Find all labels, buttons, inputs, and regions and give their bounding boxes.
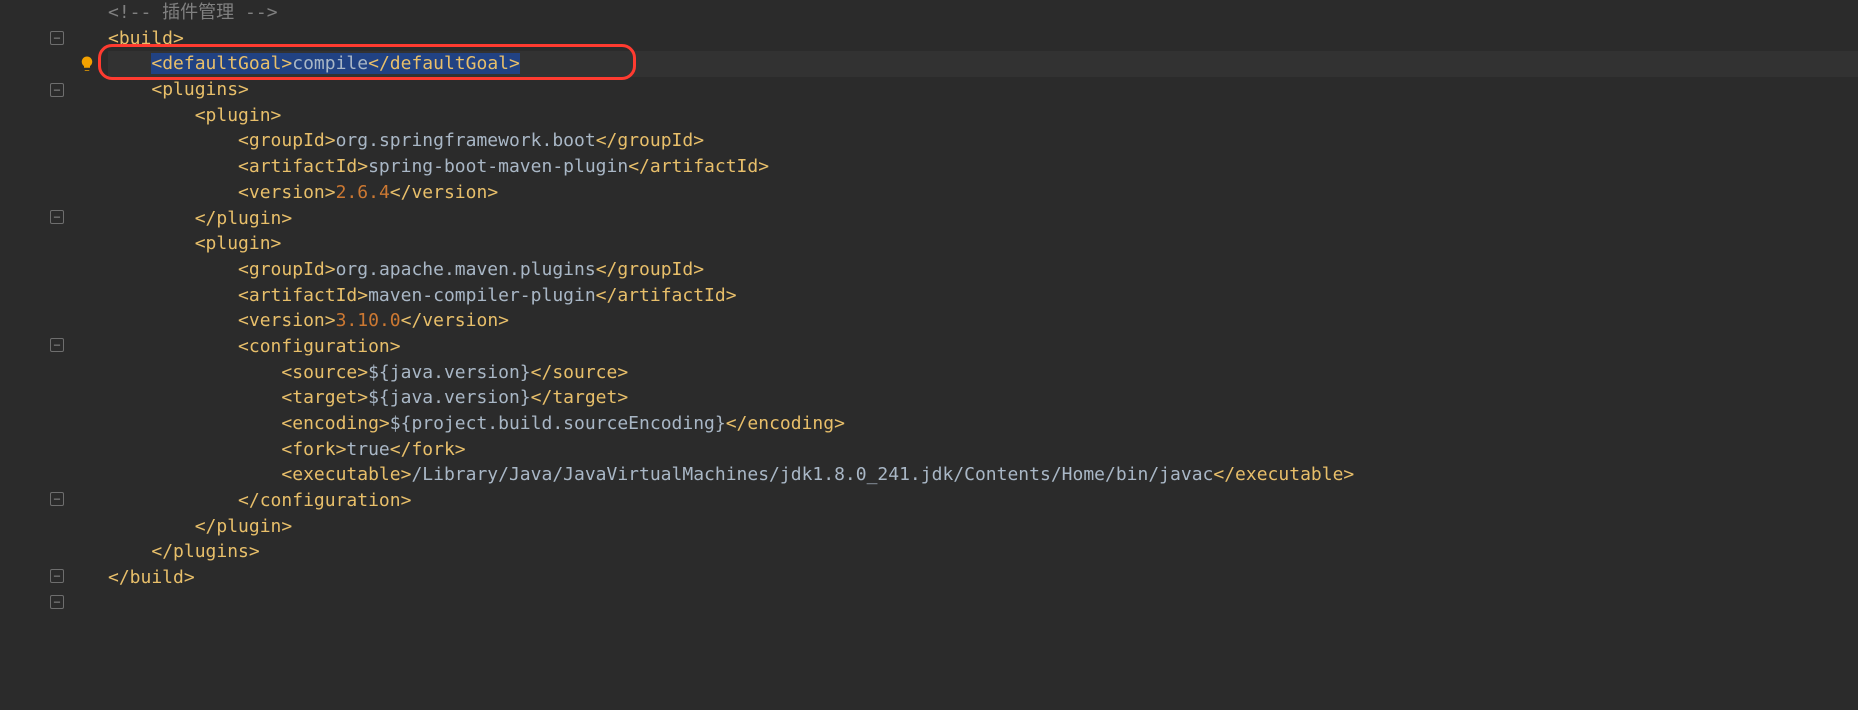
code-line: <groupId>org.springframework.boot</group…	[108, 128, 1858, 154]
xml-tag: </fork>	[390, 439, 466, 460]
selection: <defaultGoal>compile</defaultGoal>	[151, 53, 519, 74]
code-line: </plugin>	[108, 514, 1858, 540]
xml-tag: <build>	[108, 28, 184, 49]
xml-tag: <artifactId>	[238, 156, 368, 177]
xml-tag: <plugin>	[195, 105, 282, 126]
xml-text: ${java.version}	[368, 387, 531, 408]
xml-tag: <target>	[281, 387, 368, 408]
xml-text: org.springframework.boot	[336, 130, 596, 151]
xml-tag: </build>	[108, 567, 195, 588]
xml-tag: <defaultGoal>	[151, 53, 292, 74]
fold-marker-icon[interactable]	[50, 569, 64, 583]
xml-tag: <groupId>	[238, 259, 336, 280]
xml-tag: </plugin>	[195, 208, 293, 229]
xml-text: maven-compiler-plugin	[368, 285, 596, 306]
xml-tag: <plugin>	[195, 233, 282, 254]
fold-marker-icon[interactable]	[50, 492, 64, 506]
code-line: <configuration>	[108, 334, 1858, 360]
xml-tag: <groupId>	[238, 130, 336, 151]
xml-text: spring-boot-maven-plugin	[368, 156, 628, 177]
code-line: <plugins>	[108, 77, 1858, 103]
code-line: <version>3.10.0</version>	[108, 308, 1858, 334]
code-editor[interactable]: <!-- 插件管理 --> <build> <defaultGoal>compi…	[0, 0, 1858, 710]
xml-text: /Library/Java/JavaVirtualMachines/jdk1.8…	[411, 464, 1213, 485]
xml-tag: <plugins>	[151, 79, 249, 100]
xml-tag: <configuration>	[238, 336, 401, 357]
xml-tag: </version>	[390, 182, 498, 203]
xml-tag: <version>	[238, 310, 336, 331]
xml-text: org.apache.maven.plugins	[336, 259, 596, 280]
code-line: </plugin>	[108, 206, 1858, 232]
xml-tag: <encoding>	[281, 413, 389, 434]
code-line: <executable>/Library/Java/JavaVirtualMac…	[108, 462, 1858, 488]
xml-tag: <executable>	[281, 464, 411, 485]
fold-marker-icon[interactable]	[50, 338, 64, 352]
code-line: <groupId>org.apache.maven.plugins</group…	[108, 257, 1858, 283]
xml-tag: </encoding>	[726, 413, 845, 434]
xml-tag: <fork>	[281, 439, 346, 460]
code-line-highlighted: <defaultGoal>compile</defaultGoal>	[108, 51, 1858, 77]
xml-text: 3.10.0	[336, 310, 401, 331]
xml-tag: <version>	[238, 182, 336, 203]
xml-comment: <!-- 插件管理 -->	[108, 2, 278, 23]
gutter	[0, 0, 100, 710]
code-line: <!-- 插件管理 -->	[108, 0, 1858, 26]
xml-tag: <artifactId>	[238, 285, 368, 306]
xml-text: ${java.version}	[368, 362, 531, 383]
code-line: </plugins>	[108, 539, 1858, 565]
code-line: <artifactId>spring-boot-maven-plugin</ar…	[108, 154, 1858, 180]
code-line: <encoding>${project.build.sourceEncoding…	[108, 411, 1858, 437]
xml-tag: </source>	[531, 362, 629, 383]
code-line: </build>	[108, 565, 1858, 591]
xml-tag: </plugins>	[151, 541, 259, 562]
code-line: <plugin>	[108, 103, 1858, 129]
xml-tag: </configuration>	[238, 490, 411, 511]
xml-tag: </groupId>	[596, 259, 704, 280]
xml-text: 2.6.4	[336, 182, 390, 203]
code-line: </configuration>	[108, 488, 1858, 514]
fold-marker-icon[interactable]	[50, 210, 64, 224]
code-line: <artifactId>maven-compiler-plugin</artif…	[108, 283, 1858, 309]
code-line: <version>2.6.4</version>	[108, 180, 1858, 206]
xml-tag: </artifactId>	[596, 285, 737, 306]
xml-tag: </groupId>	[596, 130, 704, 151]
code-line: <source>${java.version}</source>	[108, 360, 1858, 386]
fold-marker-icon[interactable]	[50, 595, 64, 609]
fold-marker-icon[interactable]	[50, 31, 64, 45]
xml-tag: </defaultGoal>	[368, 53, 520, 74]
xml-tag: </plugin>	[195, 516, 293, 537]
xml-tag: </executable>	[1213, 464, 1354, 485]
code-area[interactable]: <!-- 插件管理 --> <build> <defaultGoal>compi…	[100, 0, 1858, 710]
xml-tag: </artifactId>	[628, 156, 769, 177]
xml-text: ${project.build.sourceEncoding}	[390, 413, 726, 434]
fold-marker-icon[interactable]	[50, 83, 64, 97]
xml-text: compile	[292, 53, 368, 74]
xml-tag: </target>	[531, 387, 629, 408]
code-line: <build>	[108, 26, 1858, 52]
code-line: <fork>true</fork>	[108, 437, 1858, 463]
xml-text: true	[346, 439, 389, 460]
xml-tag: <source>	[281, 362, 368, 383]
code-line: <target>${java.version}</target>	[108, 385, 1858, 411]
lightbulb-icon[interactable]	[78, 55, 96, 73]
code-line: <plugin>	[108, 231, 1858, 257]
xml-tag: </version>	[401, 310, 509, 331]
